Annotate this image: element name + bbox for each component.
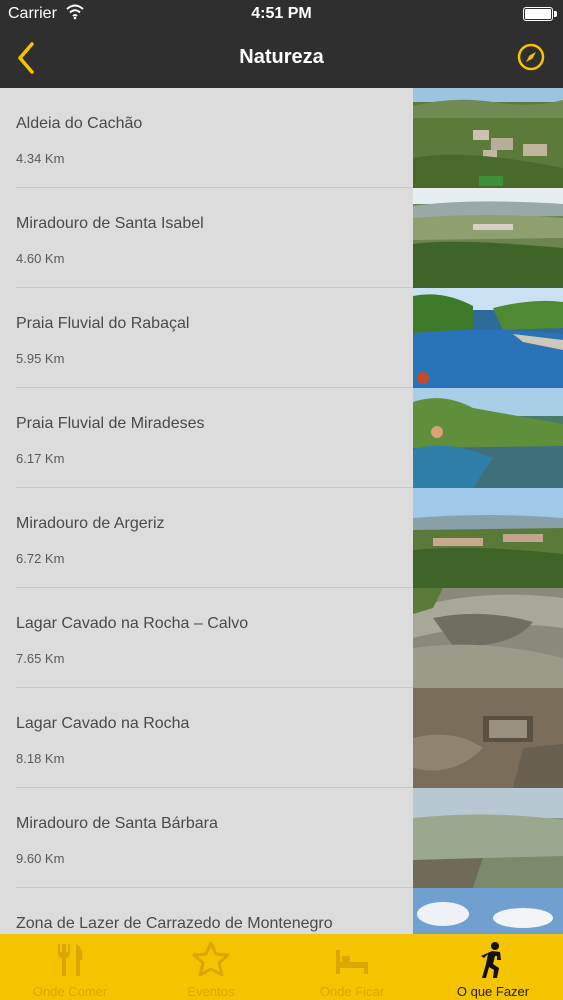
place-distance: 4.34 Km [16,151,65,166]
place-distance: 6.72 Km [16,551,65,566]
place-distance: 4.60 Km [16,251,65,266]
place-name: Lagar Cavado na Rocha – Calvo [16,615,249,632]
status-bar: Carrier 4:51 PM [0,0,563,28]
battery-icon [523,7,557,21]
star-icon [192,941,230,977]
place-distance: 5.95 Km [16,351,65,366]
tab-onde-comer[interactable]: Onde Comer [0,934,140,1000]
tab-label: O que Fazer [456,984,530,999]
list-item[interactable]: Lagar Cavado na Rocha – Calvo 7.65 Km [0,588,563,688]
places-list[interactable]: Aldeia do Cachão 4.34 Km Miradouro de Sa… [0,88,563,934]
place-thumbnail [413,388,563,488]
place-name: Praia Fluvial de Miradeses [16,415,205,432]
list-item[interactable]: Praia Fluvial de Miradeses 6.17 Km [0,388,563,488]
place-name: Miradouro de Santa Bárbara [16,815,218,832]
hiker-icon [481,942,501,978]
list-item[interactable]: Zona de Lazer de Carrazedo de Montenegro [0,888,563,934]
place-name: Miradouro de Argeriz [16,515,165,532]
bed-icon [336,950,368,974]
tab-o-que-fazer[interactable]: O que Fazer [423,934,563,1000]
tab-label: Onde Comer [32,984,108,999]
list-item[interactable]: Miradouro de Argeriz 6.72 Km [0,488,563,588]
place-name: Lagar Cavado na Rocha [16,715,190,732]
tab-label: Onde Ficar [319,984,385,999]
tab-label: Eventos [187,984,235,999]
place-distance: 6.17 Km [16,451,65,466]
place-thumbnail [413,288,563,388]
navigation-bar: Natureza [0,28,563,88]
place-thumbnail [413,788,563,888]
compass-icon [517,43,545,71]
list-item[interactable]: Aldeia do Cachão 4.34 Km [0,88,563,188]
tab-bar: Onde Comer Eventos Onde Ficar O que Faze… [0,934,563,1000]
page-title: Natureza [239,46,324,68]
place-name: Aldeia do Cachão [16,115,143,132]
place-thumbnail [413,188,563,288]
list-item[interactable]: Lagar Cavado na Rocha 8.18 Km [0,688,563,788]
place-distance: 7.65 Km [16,651,65,666]
list-item[interactable]: Miradouro de Santa Isabel 4.60 Km [0,188,563,288]
place-thumbnail [413,488,563,588]
place-thumbnail [413,88,563,188]
list-item[interactable]: Miradouro de Santa Bárbara 9.60 Km [0,788,563,888]
place-name: Miradouro de Santa Isabel [16,215,204,232]
place-name: Praia Fluvial do Rabaçal [16,315,190,332]
status-time: 4:51 PM [251,5,312,22]
place-thumbnail [413,688,563,788]
map-button[interactable] [515,41,547,73]
tab-onde-ficar[interactable]: Onde Ficar [282,934,422,1000]
tab-eventos[interactable]: Eventos [141,934,281,1000]
place-thumbnail [413,888,563,934]
place-distance: 8.18 Km [16,751,65,766]
fork-knife-icon [58,944,83,976]
place-thumbnail [413,588,563,688]
list-item[interactable]: Praia Fluvial do Rabaçal 5.95 Km [0,288,563,388]
place-distance: 9.60 Km [16,851,65,866]
place-name: Zona de Lazer de Carrazedo de Montenegro [16,915,333,932]
